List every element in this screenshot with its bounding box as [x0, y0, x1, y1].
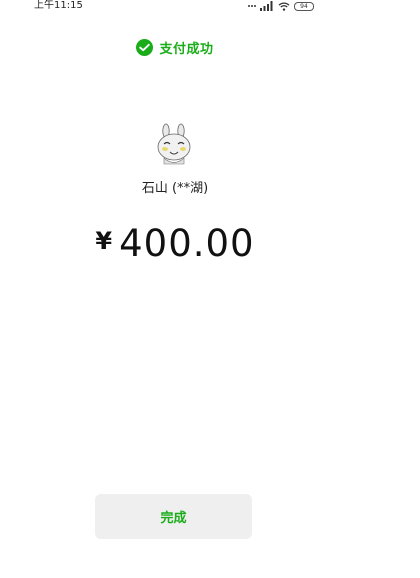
merchant-avatar: [154, 123, 194, 165]
signal-icon: [260, 1, 274, 11]
battery-icon: 94: [294, 1, 314, 11]
wechat-pay-icon: [136, 38, 154, 56]
merchant-name: 石山 (**湖): [141, 181, 209, 196]
done-button[interactable]: 完成: [95, 494, 252, 539]
amount-value: 400.00: [119, 222, 255, 265]
payment-amount: ¥ 400.00: [0, 222, 350, 266]
payment-success-header: 支付成功: [0, 37, 350, 57]
status-bar: 上午11:15 94: [0, 0, 350, 14]
payment-success-title: 支付成功: [159, 41, 214, 57]
currency-symbol: ¥: [95, 227, 113, 255]
wifi-icon: [278, 1, 290, 11]
status-icons: 94: [248, 1, 314, 11]
status-time: 上午11:15: [34, 0, 83, 11]
more-dots-icon: [248, 5, 256, 7]
